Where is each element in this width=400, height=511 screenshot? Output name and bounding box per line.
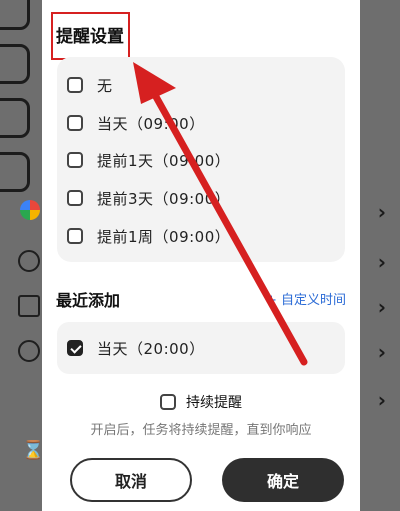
chevron-right-icon: › [377, 388, 386, 412]
calendar-icon [18, 295, 40, 317]
option-1-week-before[interactable]: 提前1周（09:00） [67, 224, 230, 248]
option-none[interactable]: 无 [67, 73, 113, 97]
cancel-button[interactable]: 取消 [70, 458, 192, 502]
bg-card [0, 0, 30, 30]
option-label: 当天（09:00） [97, 114, 205, 133]
title-highlight-box [51, 12, 130, 60]
bg-card [0, 98, 30, 138]
persist-label: 持续提醒 [186, 395, 242, 411]
target-icon [18, 340, 40, 362]
chevron-right-icon: › [377, 295, 386, 319]
checkbox[interactable] [67, 340, 83, 356]
bg-card [0, 44, 30, 84]
recent-section-title: 最近添加 [56, 291, 121, 310]
custom-time-link[interactable]: + 自定义时间 [266, 289, 346, 308]
option-recent-same-day-2000[interactable]: 当天（20:00） [67, 336, 205, 360]
confirm-button[interactable]: 确定 [222, 458, 344, 502]
reminder-options: 无 当天（09:00） 提前1天（09:00） 提前3天（09:00） 提前1周… [57, 57, 345, 262]
persist-reminder-row[interactable]: 持续提醒 [42, 392, 360, 412]
option-label: 提前1天（09:00） [97, 151, 231, 170]
persist-checkbox[interactable] [160, 394, 176, 410]
chevron-right-icon: › [377, 250, 386, 274]
option-1-day-before[interactable]: 提前1天（09:00） [67, 148, 230, 172]
recent-options: 当天（20:00） [57, 322, 345, 374]
option-label: 无 [97, 76, 113, 95]
chevron-right-icon: › [377, 340, 386, 364]
option-label: 提前1周（09:00） [97, 227, 231, 246]
color-wheel-icon [20, 200, 40, 220]
bg-card [0, 152, 30, 192]
checkbox[interactable] [67, 190, 83, 206]
checkbox[interactable] [67, 77, 83, 93]
option-same-day[interactable]: 当天（09:00） [67, 111, 205, 135]
timer-icon [18, 250, 40, 272]
reminder-settings-dialog: 提醒设置 无 当天（09:00） 提前1天（09:00） 提前3天（09:00）… [42, 0, 360, 511]
checkbox[interactable] [67, 152, 83, 168]
persist-hint: 开启后，任务将持续提醒，直到你响应 [90, 423, 312, 438]
checkbox[interactable] [67, 228, 83, 244]
option-label: 提前3天（09:00） [97, 189, 231, 208]
checkbox[interactable] [67, 115, 83, 131]
option-3-days-before[interactable]: 提前3天（09:00） [67, 186, 230, 210]
option-label: 当天（20:00） [97, 339, 205, 358]
chevron-right-icon: › [377, 200, 386, 224]
